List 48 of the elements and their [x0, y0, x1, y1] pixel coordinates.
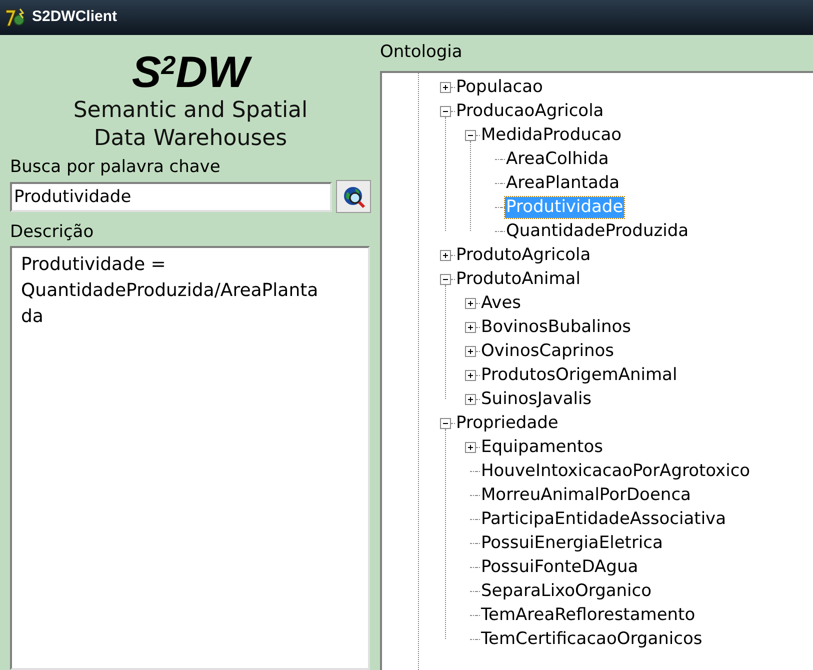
- tree-item[interactable]: AreaPlantada: [505, 172, 621, 194]
- tree-item[interactable]: MedidaProducao: [480, 124, 623, 146]
- window-title: S2DWClient: [32, 7, 118, 28]
- ontology-label: Ontologia: [380, 41, 464, 63]
- expand-icon[interactable]: [465, 298, 476, 308]
- app-icon: [4, 6, 26, 28]
- tree-item[interactable]: Propriedade: [455, 412, 560, 434]
- search-label: Busca por palavra chave: [10, 156, 222, 178]
- collapse-icon[interactable]: [440, 274, 451, 284]
- tree-item[interactable]: OvinosCaprinos: [480, 340, 616, 362]
- collapse-icon[interactable]: [440, 106, 451, 116]
- tree-item[interactable]: PossuiFonteDAgua: [480, 556, 640, 578]
- description-box[interactable]: Produtividade = QuantidadeProduzida/AreaPlantada: [10, 246, 370, 670]
- tree-item[interactable]: Populacao: [455, 76, 544, 98]
- expand-icon[interactable]: [440, 250, 451, 260]
- expand-icon[interactable]: [465, 346, 476, 356]
- search-field[interactable]: Produtividade: [10, 182, 332, 212]
- tree-item[interactable]: BovinosBubalinos: [480, 316, 632, 338]
- tree-item[interactable]: HouveIntoxicacaoPorAgrotoxico: [480, 460, 752, 482]
- collapse-icon[interactable]: [440, 418, 451, 428]
- tree-item[interactable]: MorreuAnimalPorDoenca: [480, 484, 692, 506]
- tree-item[interactable]: TemAreaReflorestamento: [480, 604, 696, 626]
- tree-item[interactable]: ProdutoAgricola: [455, 244, 592, 266]
- subtitle: Data Warehouses: [94, 125, 288, 153]
- logo: S$^{2}$DW: [132, 49, 250, 97]
- tree-item[interactable]: ProdutoAnimal: [455, 268, 582, 290]
- description-text: Produtividade = QuantidadeProduzida/AreaPlantada: [21, 253, 320, 329]
- expand-icon[interactable]: [465, 394, 476, 404]
- description-label: Descrição: [10, 221, 95, 243]
- expand-icon[interactable]: [465, 370, 476, 380]
- expand-icon[interactable]: [465, 442, 476, 452]
- tree-item[interactable]: ProdutosOrigemAnimal: [480, 364, 678, 386]
- search-button[interactable]: [336, 180, 371, 213]
- tree-item[interactable]: ParticipaEntidadeAssociativa: [480, 508, 728, 530]
- expand-icon[interactable]: [440, 82, 451, 92]
- tree-item[interactable]: TemCertificacaoOrganicos: [480, 628, 704, 650]
- tree-item[interactable]: QuantidadeProduzida: [505, 220, 690, 242]
- tree-item[interactable]: Equipamentos: [480, 436, 604, 458]
- expand-icon[interactable]: [465, 322, 476, 332]
- tree-item[interactable]: SuinosJavalis: [480, 388, 593, 410]
- collapse-icon[interactable]: [465, 130, 476, 140]
- tree-item[interactable]: ProducaoAgricola: [455, 100, 605, 122]
- subtitle: Semantic and Spatial: [73, 97, 308, 125]
- tree-item[interactable]: Aves: [480, 292, 522, 314]
- tree-item[interactable]: SeparaLixoOrganico: [480, 580, 653, 602]
- tree-item[interactable]: PossuiEnergiaEletrica: [480, 532, 664, 554]
- tree-item[interactable]: AreaColhida: [505, 148, 610, 170]
- globe-magnifier-icon: [342, 184, 366, 208]
